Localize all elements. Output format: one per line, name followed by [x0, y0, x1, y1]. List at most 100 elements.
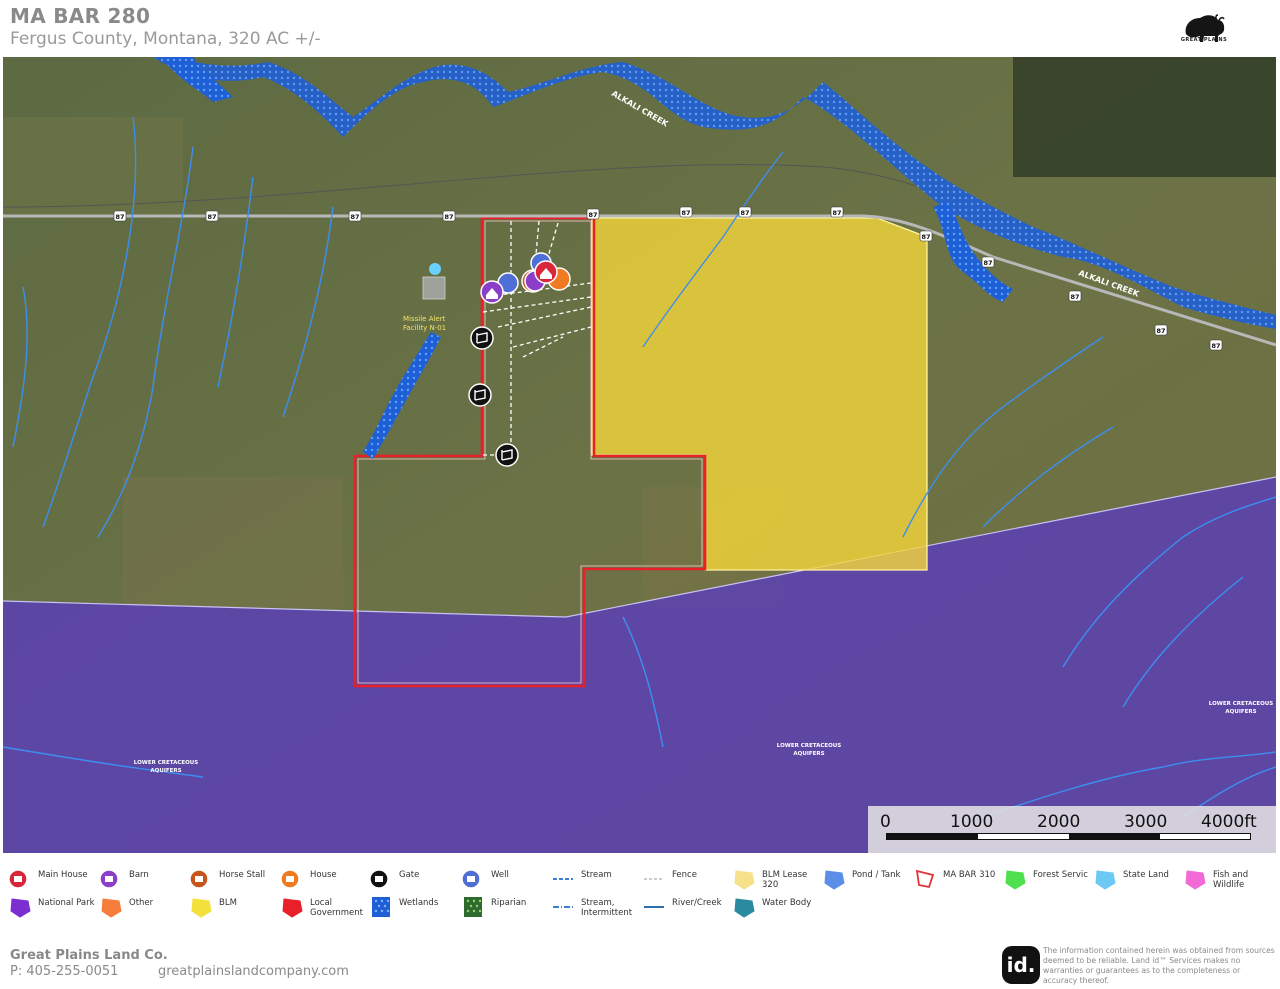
legend-item: Riparian [461, 895, 553, 919]
aquifer-east-line2: AQUIFERS [1225, 709, 1256, 715]
legend-label: Well [491, 870, 509, 880]
field-patch-1 [3, 117, 183, 217]
highway-87-shield: 87 [981, 256, 995, 268]
legend-item: Fish and Wildlife [1183, 867, 1275, 891]
map-header: MA BAR 280 Fergus County, Montana, 320 A… [0, 0, 1280, 56]
well-icon [461, 867, 487, 891]
riparian-icon [461, 895, 487, 919]
scale-bar: 0 1000 2000 3000 4000ft [868, 806, 1276, 853]
legend-label: Wetlands [399, 898, 439, 908]
other-icon [99, 895, 125, 919]
missile-facility-compound [422, 276, 446, 300]
legend-item: Barn [99, 867, 191, 891]
highway-87-shield-label: 87 [681, 209, 690, 217]
highway-87-shield: 87 [1068, 290, 1082, 302]
legend-label: Stream, Intermittent [581, 898, 633, 918]
highway-87-shield-label: 87 [444, 213, 453, 221]
legend-item: River/Creek [642, 895, 734, 919]
legend-label: River/Creek [672, 898, 722, 908]
landid-logo-icon: id. [1002, 946, 1040, 984]
aquifer-center-line2: AQUIFERS [793, 751, 824, 757]
state-land-icon [1093, 867, 1119, 891]
legend-item: Fence [642, 867, 734, 891]
legend-label: Other [129, 898, 154, 908]
legend-item: State Land [1093, 867, 1185, 891]
highway-87-shield: 87 [348, 210, 362, 222]
company-phone: P: 405-255-0051 [10, 964, 119, 979]
barn-icon [99, 867, 125, 891]
fish-wildlife-icon [1183, 867, 1209, 891]
map-canvas[interactable]: Missile Alert Facility N-01 ALKALI CREEK… [3, 57, 1276, 853]
legend-label: Pond / Tank [852, 870, 901, 880]
map-view[interactable]: Missile Alert Facility N-01 ALKALI CREEK… [3, 57, 1276, 853]
legend-label: House [310, 870, 337, 880]
legend-label: Fence [672, 870, 697, 880]
legend-label: Water Body [762, 898, 812, 908]
scale-segment [887, 834, 978, 839]
aquifer-east-line1: LOWER CRETACEOUS [1209, 701, 1274, 707]
gate-icon [369, 867, 395, 891]
highway-87-shield: 87 [442, 210, 456, 222]
blm-icon [189, 895, 215, 919]
aquifer-west-line2: AQUIFERS [150, 768, 181, 774]
legend-label: Main House [38, 870, 88, 880]
highway-87-shield-label: 87 [921, 233, 930, 241]
aquifer-center-line1: LOWER CRETACEOUS [777, 743, 842, 749]
scale-segment [1069, 834, 1160, 839]
highway-87-shield: 87 [1209, 339, 1223, 351]
facility-pond [429, 263, 441, 275]
scale-label-4000ft: 4000ft [1201, 812, 1257, 832]
highway-87-shield: 87 [586, 208, 600, 220]
stream-intermittent-icon [551, 895, 577, 919]
legend-item: Stream [551, 867, 643, 891]
barn-marker[interactable] [480, 280, 504, 304]
legend-label: Horse Stall [219, 870, 266, 880]
highway-87-shield-label: 87 [207, 213, 216, 221]
legend-item: MA BAR 310 [913, 867, 1005, 891]
scale-label-3000: 3000 [1124, 812, 1168, 832]
gate-marker-2[interactable] [468, 383, 492, 407]
facility-label-line2: Facility N-01 [403, 324, 446, 332]
company-name: Great Plains Land Co. [10, 948, 168, 963]
local-government-icon [280, 895, 306, 919]
gate-marker-3[interactable] [495, 443, 519, 467]
legend-label: Riparian [491, 898, 527, 908]
legend-label: BLM [219, 898, 237, 908]
national-park-icon [8, 895, 34, 919]
legend-item: National Park [8, 895, 100, 919]
map-subtitle: Fergus County, Montana, 320 AC +/- [10, 29, 321, 49]
highway-87-shield-label: 87 [983, 259, 992, 267]
highway-87-shield-label: 87 [588, 211, 597, 219]
highway-87-shield: 87 [919, 230, 933, 242]
facility-label-line1: Missile Alert [403, 315, 446, 323]
gate-marker-1[interactable] [470, 326, 494, 350]
legend-item: Horse Stall [189, 867, 281, 891]
pond-icon [822, 867, 848, 891]
legend-item: BLM [189, 895, 281, 919]
field-patch-2 [123, 477, 343, 607]
scale-track [886, 833, 1251, 840]
legend-item: Local Government [280, 895, 372, 919]
highway-87-shield: 87 [113, 210, 127, 222]
horse-stall-icon [189, 867, 215, 891]
fence-line-icon [642, 867, 668, 891]
main-house-icon [8, 867, 34, 891]
legend-item: Stream, Intermittent [551, 895, 643, 919]
highway-87-shield-label: 87 [350, 213, 359, 221]
legend-label: Forest Servic [1033, 870, 1088, 880]
legend-item: Other [99, 895, 191, 919]
legend-item: BLM Lease 320 [732, 867, 824, 891]
legend-item: Wetlands [369, 895, 461, 919]
legend-label: Gate [399, 870, 420, 880]
scale-label-2000: 2000 [1037, 812, 1081, 832]
highway-87-shield-label: 87 [1211, 342, 1220, 350]
scale-label-1000: 1000 [950, 812, 994, 832]
highway-87-shield: 87 [830, 206, 844, 218]
legend-item: Pond / Tank [822, 867, 914, 891]
highway-87-shield-label: 87 [115, 213, 124, 221]
aquifer-west-line1: LOWER CRETACEOUS [134, 760, 199, 766]
legend-label: National Park [38, 898, 95, 908]
company-website[interactable]: greatplainslandcompany.com [158, 964, 349, 979]
legend-item: Gate [369, 867, 461, 891]
map-title: MA BAR 280 [10, 4, 151, 28]
